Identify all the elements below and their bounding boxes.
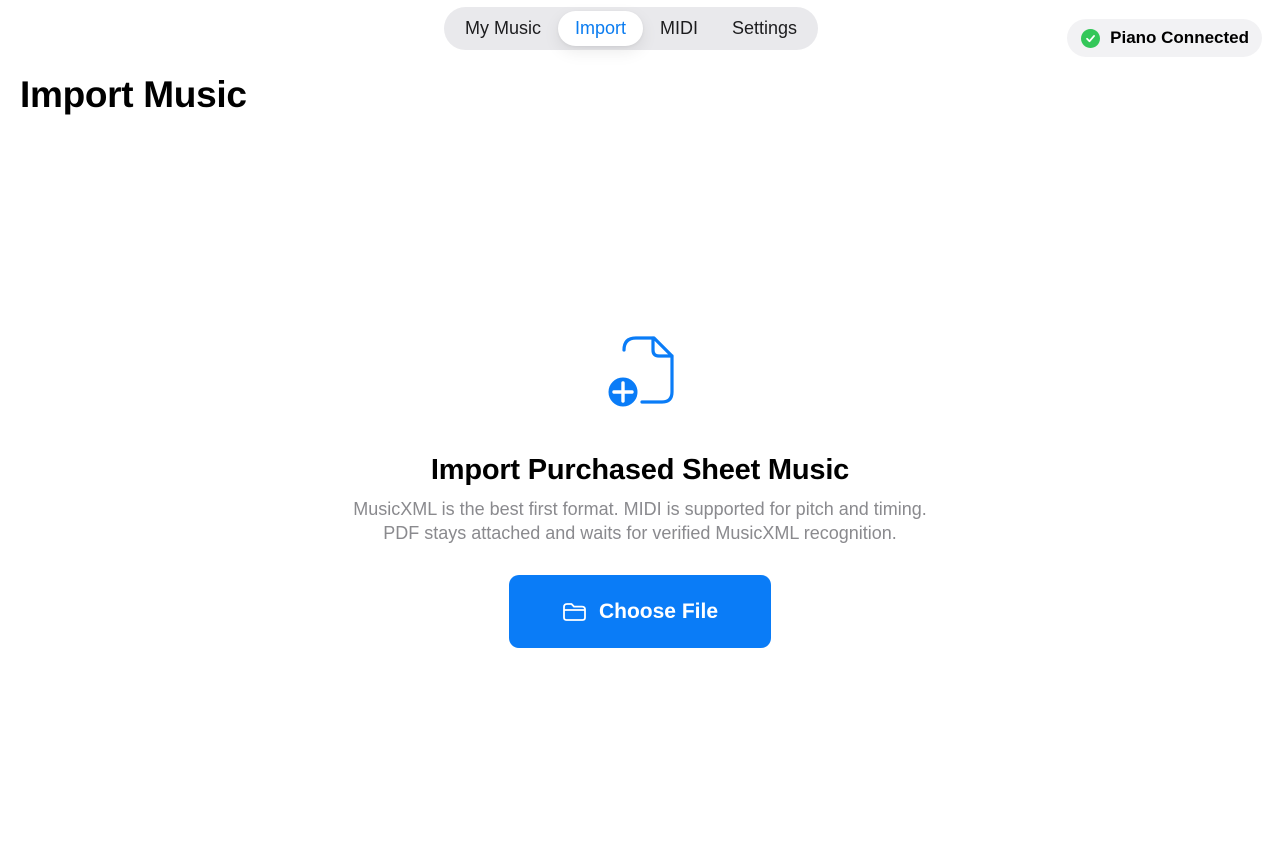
import-empty-state: Import Purchased Sheet Music MusicXML is… <box>0 334 1280 648</box>
main-tab-bar: My Music Import MIDI Settings <box>444 7 819 50</box>
tab-my-music[interactable]: My Music <box>448 11 558 46</box>
tab-import[interactable]: Import <box>558 11 644 46</box>
import-screen: My Music Import MIDI Settings Piano Conn… <box>0 0 1280 850</box>
document-add-icon <box>605 336 674 410</box>
description-line: MusicXML is the best first format. MIDI … <box>353 499 927 519</box>
tab-midi[interactable]: MIDI <box>643 11 715 46</box>
choose-file-button[interactable]: Choose File <box>509 575 771 648</box>
choose-file-label: Choose File <box>598 599 719 623</box>
page-title: Import Music <box>20 74 247 115</box>
checkmark-circle-icon <box>1081 28 1101 48</box>
folder-icon <box>563 602 586 621</box>
description-line: PDF stays attached and waits for verifie… <box>383 523 897 543</box>
tab-settings[interactable]: Settings <box>715 11 814 46</box>
empty-state-description: MusicXML is the best first format. MIDI … <box>353 497 927 545</box>
piano-status-label: Piano Connected <box>1110 28 1249 47</box>
piano-status-badge: Piano Connected <box>1067 19 1262 57</box>
empty-state-title: Import Purchased Sheet Music <box>430 454 850 486</box>
